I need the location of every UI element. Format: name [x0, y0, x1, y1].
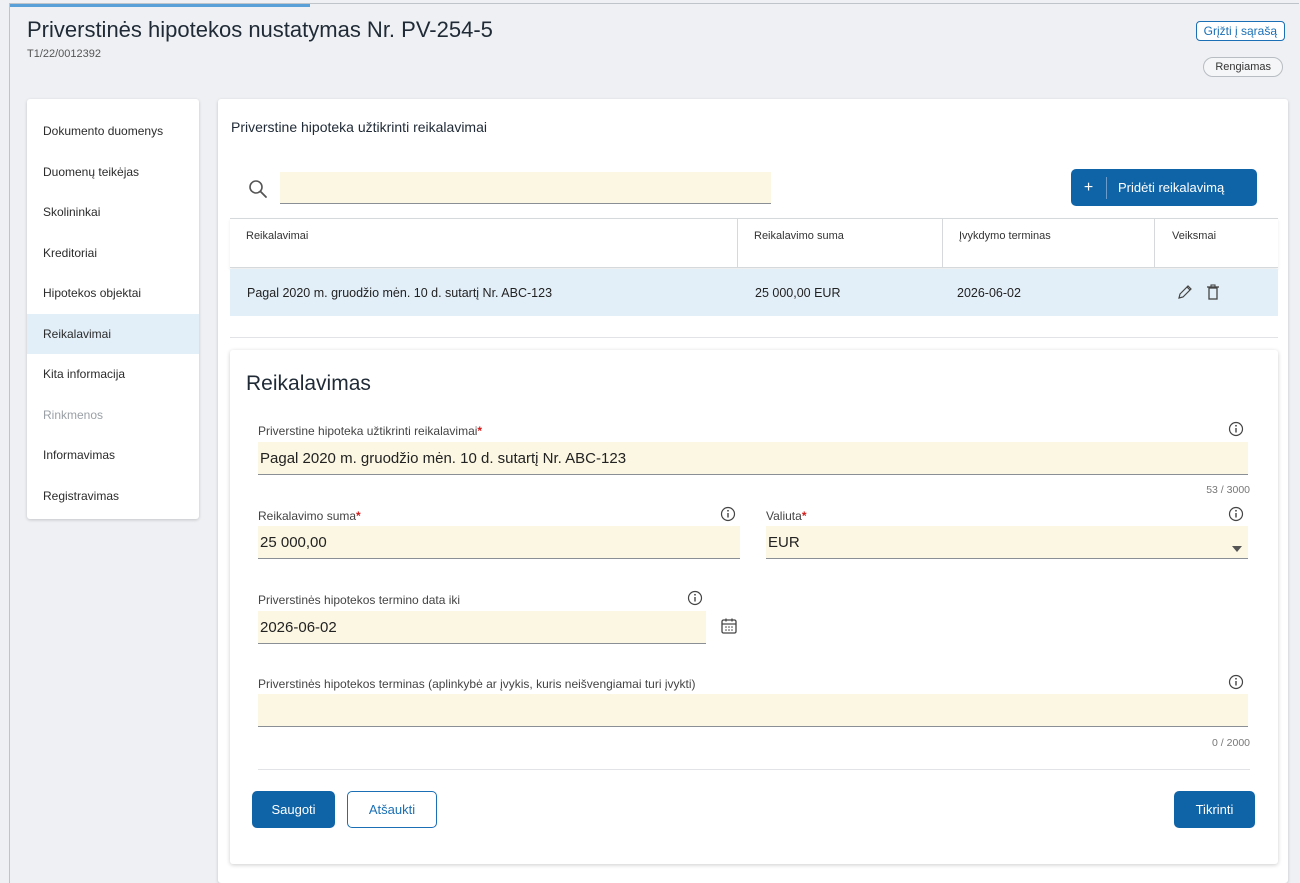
sidebar-item-reikalavimai[interactable]: Reikalavimai	[27, 313, 199, 354]
table-header: Reikalavimai Reikalavimo suma Įvykdymo t…	[230, 218, 1278, 268]
sidebar-item-registravimas[interactable]: Registravimas	[27, 476, 199, 517]
add-claim-button[interactable]: + Pridėti reikalavimą	[1071, 169, 1257, 206]
status-badge: Rengiamas	[1203, 57, 1283, 77]
sidebar-item-informavimas[interactable]: Informavimas	[27, 435, 199, 476]
top-accent-line	[10, 4, 310, 7]
edit-icon[interactable]	[1176, 283, 1194, 301]
term-field[interactable]	[258, 694, 1248, 727]
delete-icon[interactable]	[1204, 283, 1222, 301]
claim-label-text: Priverstine hipoteka užtikrinti reikalav…	[258, 424, 478, 438]
claim-field[interactable]: Pagal 2020 m. gruodžio mėn. 10 d. sutart…	[258, 442, 1248, 475]
sidebar-item-duomenu-teikejas[interactable]: Duomenų teikėjas	[27, 152, 199, 193]
term-field-label: Priverstinės hipotekos terminas (aplinky…	[258, 677, 696, 691]
currency-value: EUR	[768, 533, 800, 551]
divider	[230, 337, 1278, 338]
sidebar-item-dokumento-duomenys[interactable]: Dokumento duomenys	[27, 111, 199, 152]
term-char-counter: 0 / 2000	[1212, 737, 1250, 749]
search-icon[interactable]	[248, 179, 268, 199]
save-button[interactable]: Saugoti	[252, 791, 335, 828]
back-to-list-link[interactable]: Grįžti į sąrašą	[1195, 21, 1285, 41]
currency-field-label: Valiuta*	[766, 509, 806, 523]
calendar-icon[interactable]	[720, 617, 738, 635]
info-icon[interactable]	[687, 590, 703, 606]
main-card: Priverstine hipoteka užtikrinti reikalav…	[218, 99, 1288, 883]
sidebar-item-skolininkai[interactable]: Skolininkai	[27, 192, 199, 233]
sidebar-item-kita-informacija[interactable]: Kita informacija	[27, 354, 199, 395]
sidebar-item-rinkmenos: Rinkmenos	[43, 407, 104, 422]
chevron-down-icon[interactable]	[1232, 539, 1242, 556]
sidebar: Dokumento duomenys Duomenų teikėjas Skol…	[27, 99, 199, 519]
cell-amount: 25 000,00 EUR	[755, 286, 841, 300]
required-mark: *	[356, 509, 361, 523]
page-title: Priverstinės hipotekos nustatymas Nr. PV…	[27, 17, 493, 42]
cell-claim: Pagal 2020 m. gruodžio mėn. 10 d. sutart…	[247, 286, 553, 300]
plus-icon: +	[1071, 176, 1107, 199]
sidebar-item-kreditoriai[interactable]: Kreditoriai	[27, 233, 199, 274]
section-title: Priverstine hipoteka užtikrinti reikalav…	[231, 119, 487, 135]
info-icon[interactable]	[1228, 421, 1244, 437]
search-input[interactable]	[280, 172, 771, 204]
date-field-label: Priverstinės hipotekos termino data iki	[258, 593, 461, 607]
column-header-amount[interactable]: Reikalavimo suma	[738, 219, 943, 267]
amount-field-label: Reikalavimo suma*	[258, 509, 361, 523]
form-title: Reikalavimas	[246, 372, 371, 395]
form-divider	[258, 769, 1250, 770]
claim-field-label: Priverstine hipoteka užtikrinti reikalav…	[258, 424, 482, 438]
info-icon[interactable]	[1228, 674, 1244, 690]
claim-form: Reikalavimas Priverstine hipoteka užtikr…	[230, 350, 1278, 864]
cell-due-date: 2026-06-02	[957, 286, 1021, 300]
currency-label-text: Valiuta	[766, 509, 802, 523]
check-button[interactable]: Tikrinti	[1174, 791, 1255, 828]
row-actions	[1176, 283, 1222, 301]
currency-select[interactable]: EUR	[766, 526, 1248, 559]
info-icon[interactable]	[1228, 506, 1244, 522]
claim-char-counter: 53 / 3000	[1206, 484, 1250, 496]
date-field[interactable]: 2026-06-02	[258, 611, 706, 644]
info-icon[interactable]	[720, 506, 736, 522]
table-row[interactable]: Pagal 2020 m. gruodžio mėn. 10 d. sutart…	[230, 269, 1278, 316]
document-number: T1/22/0012392	[27, 48, 102, 60]
cancel-button[interactable]: Atšaukti	[347, 791, 437, 828]
required-mark: *	[801, 509, 807, 523]
amount-field[interactable]: 25 000,00	[258, 526, 740, 559]
sidebar-item-hipotekos-objektai[interactable]: Hipotekos objektai	[27, 273, 199, 314]
add-claim-label: Pridėti reikalavimą	[1118, 180, 1225, 195]
column-header-due-date[interactable]: Įvykdymo terminas	[943, 219, 1155, 267]
required-mark: *	[477, 424, 483, 438]
amount-label-text: Reikalavimo suma	[258, 509, 357, 523]
column-header-claims[interactable]: Reikalavimai	[230, 219, 738, 267]
column-header-actions: Veiksmai	[1172, 230, 1217, 242]
